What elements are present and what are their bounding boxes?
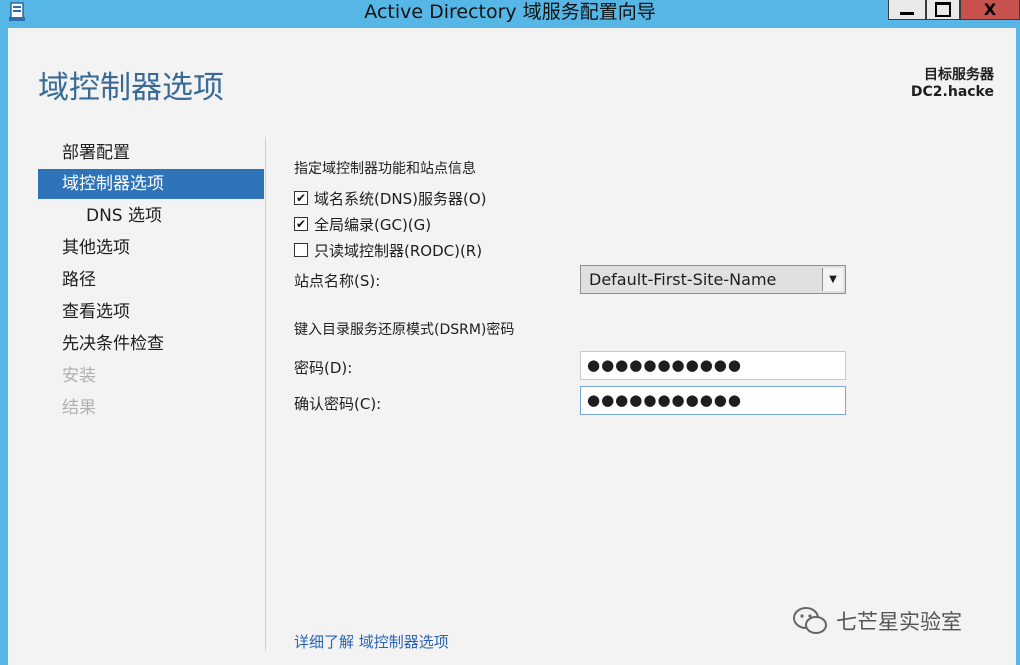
close-icon: X: [983, 0, 997, 19]
confirm-password-field[interactable]: ●●●●●●●●●●●: [580, 386, 846, 415]
close-button[interactable]: X: [960, 0, 1020, 20]
nav-domain-controller-options[interactable]: 域控制器选项: [38, 169, 264, 199]
site-name-label: 站点名称(S):: [294, 272, 381, 290]
nav-review-options[interactable]: 查看选项: [38, 297, 264, 327]
watermark: 七芒星实验室: [792, 606, 962, 636]
rodc-checkbox[interactable]: [294, 243, 308, 257]
page-title: 域控制器选项: [38, 70, 224, 106]
nav-prerequisites-check[interactable]: 先决条件检查: [38, 329, 264, 359]
rodc-option[interactable]: 只读域控制器(RODC)(R): [294, 240, 482, 260]
password-label: 密码(D):: [294, 359, 353, 377]
minimize-button[interactable]: [888, 0, 926, 20]
dns-server-label: 域名系统(DNS)服务器(O): [314, 189, 487, 208]
watermark-text: 七芒星实验室: [836, 610, 962, 634]
site-name-value: Default-First-Site-Name: [589, 270, 777, 289]
window-border-right: [1016, 28, 1020, 665]
nav-installation: 安装: [62, 366, 96, 386]
maximize-button[interactable]: [926, 0, 960, 20]
nav-results: 结果: [62, 398, 96, 418]
dns-server-option[interactable]: ✔ 域名系统(DNS)服务器(O): [294, 188, 487, 208]
maximize-icon: [935, 2, 951, 17]
target-server-label: 目标服务器: [924, 67, 994, 83]
global-catalog-option[interactable]: ✔ 全局编录(GC)(G): [294, 214, 431, 234]
dsrm-password-heading: 键入目录服务还原模式(DSRM)密码: [294, 322, 515, 338]
nav-paths[interactable]: 路径: [38, 265, 264, 295]
nav-divider: [265, 137, 266, 651]
global-catalog-label: 全局编录(GC)(G): [314, 215, 432, 234]
target-server-name: DC2.hacke: [910, 84, 994, 100]
nav-dns-options[interactable]: DNS 选项: [38, 201, 264, 231]
checkmark-icon: ✔: [295, 191, 307, 205]
global-catalog-checkbox[interactable]: ✔: [294, 217, 308, 231]
title-bar: Active Directory 域服务配置向导 X: [0, 0, 1020, 28]
dns-server-checkbox[interactable]: ✔: [294, 191, 308, 205]
dc-capabilities-heading: 指定域控制器功能和站点信息: [294, 161, 476, 177]
rodc-label: 只读域控制器(RODC)(R): [314, 241, 483, 260]
dropdown-arrow-icon[interactable]: ▼: [822, 268, 843, 291]
site-name-dropdown[interactable]: Default-First-Site-Name ▼: [580, 265, 846, 294]
wechat-icon: [793, 607, 827, 634]
checkmark-icon: ✔: [295, 217, 307, 231]
window-title: Active Directory 域服务配置向导: [364, 1, 656, 23]
minimize-icon: [900, 12, 914, 15]
password-field[interactable]: ●●●●●●●●●●●: [580, 351, 846, 380]
nav-deployment-configuration[interactable]: 部署配置: [38, 138, 264, 168]
window-border-left: [0, 28, 8, 665]
learn-more-link[interactable]: 详细了解 域控制器选项: [294, 631, 449, 652]
confirm-password-label: 确认密码(C):: [294, 395, 382, 413]
nav-additional-options[interactable]: 其他选项: [38, 233, 264, 263]
